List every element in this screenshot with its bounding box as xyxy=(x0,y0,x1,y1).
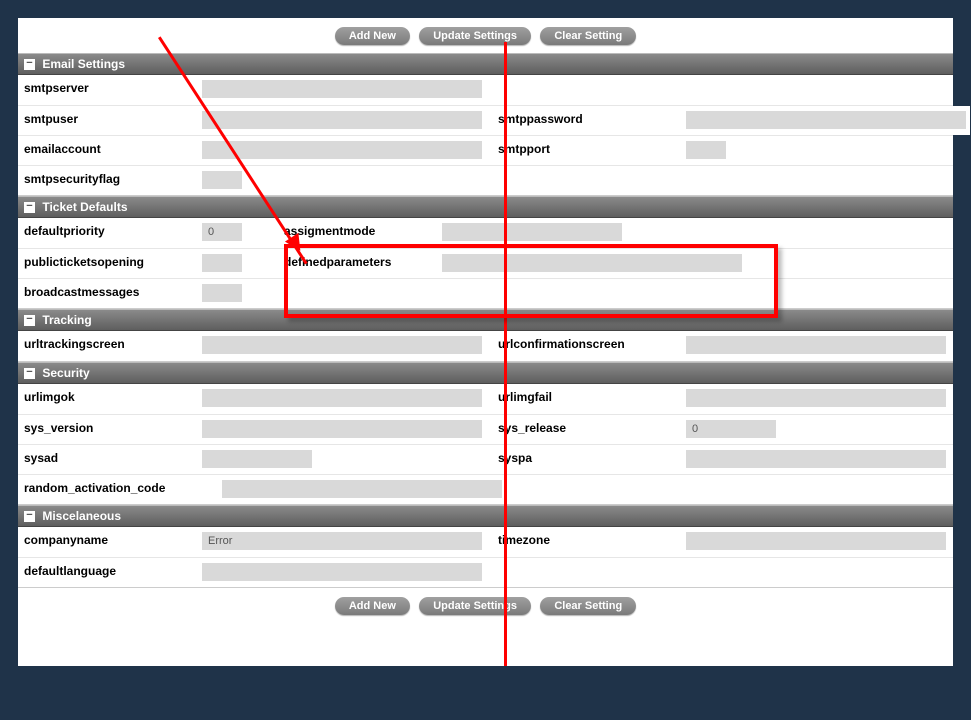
label-defaultpriority: defaultpriority xyxy=(18,218,198,248)
input-companyname[interactable] xyxy=(202,532,482,550)
section-body-email: smtpserver smtpuser smtppassword emailac… xyxy=(18,75,953,196)
section-title: Ticket Defaults xyxy=(42,200,127,214)
label-smtppassword: smtppassword xyxy=(492,106,682,135)
update-settings-button-bottom[interactable]: Update Settings xyxy=(419,597,531,615)
section-header-email[interactable]: − Email Settings xyxy=(18,53,953,75)
label-urlimgok: urlimgok xyxy=(18,384,198,414)
section-header-misc[interactable]: − Miscelaneous xyxy=(18,505,953,527)
update-settings-button[interactable]: Update Settings xyxy=(419,27,531,45)
input-urlimgok[interactable] xyxy=(202,389,482,407)
label-smtpport: smtpport xyxy=(492,136,682,165)
section-body-tracking: urltrackingscreen urlconfirmationscreen xyxy=(18,331,953,362)
section-body-ticket: defaultpriority assigmentmode publictick… xyxy=(18,218,953,309)
input-sysad[interactable] xyxy=(202,450,312,468)
input-urlconfirmationscreen[interactable] xyxy=(686,336,946,354)
label-urlconfirmationscreen: urlconfirmationscreen xyxy=(492,331,682,361)
label-emailaccount: emailaccount xyxy=(18,136,198,165)
label-definedparameters: definedparameters xyxy=(278,249,438,278)
label-sysad: sysad xyxy=(18,445,198,474)
section-header-security[interactable]: − Security xyxy=(18,362,953,384)
top-button-bar: Add New Update Settings Clear Setting xyxy=(18,18,953,53)
add-new-button-bottom[interactable]: Add New xyxy=(335,597,410,615)
input-broadcastmessages[interactable] xyxy=(202,284,242,302)
label-random_activation_code: random_activation_code xyxy=(18,475,218,504)
label-syspa: syspa xyxy=(492,445,682,474)
label-defaultlanguage: defaultlanguage xyxy=(18,558,198,587)
section-title: Tracking xyxy=(42,313,91,327)
label-assigmentmode: assigmentmode xyxy=(278,218,438,248)
clear-setting-button[interactable]: Clear Setting xyxy=(540,27,636,45)
collapse-icon: − xyxy=(24,315,35,326)
section-body-security: urlimgok urlimgfail sys_version sys_rele… xyxy=(18,384,953,505)
section-header-tracking[interactable]: − Tracking xyxy=(18,309,953,331)
input-smtpsecurityflag[interactable] xyxy=(202,171,242,189)
label-smtpsecurityflag: smtpsecurityflag xyxy=(18,166,198,195)
label-sys_version: sys_version xyxy=(18,415,198,444)
label-smtpuser: smtpuser xyxy=(18,106,198,135)
input-smtpserver[interactable] xyxy=(202,80,482,98)
section-title: Email Settings xyxy=(42,57,125,71)
section-title: Miscelaneous xyxy=(42,509,121,523)
label-urlimgfail: urlimgfail xyxy=(492,384,682,414)
input-urltrackingscreen[interactable] xyxy=(202,336,482,354)
bottom-button-bar: Add New Update Settings Clear Setting xyxy=(18,588,953,623)
collapse-icon: − xyxy=(24,511,35,522)
collapse-icon: − xyxy=(24,59,35,70)
section-body-misc: companyname timezone defaultlanguage xyxy=(18,527,953,588)
clear-setting-button-bottom[interactable]: Clear Setting xyxy=(540,597,636,615)
input-assigmentmode[interactable] xyxy=(442,223,622,241)
input-smtpuser[interactable] xyxy=(202,111,482,129)
input-sys_version[interactable] xyxy=(202,420,482,438)
input-syspa[interactable] xyxy=(686,450,946,468)
collapse-icon: − xyxy=(24,368,35,379)
section-title: Security xyxy=(42,366,89,380)
collapse-icon: − xyxy=(24,202,35,213)
label-smtpserver: smtpserver xyxy=(18,75,198,105)
input-urlimgfail[interactable] xyxy=(686,389,946,407)
input-definedparameters[interactable] xyxy=(442,254,742,272)
input-timezone[interactable] xyxy=(686,532,946,550)
label-publicticketsopening: publicticketsopening xyxy=(18,249,198,278)
input-smtppassword[interactable] xyxy=(686,111,966,129)
label-sys_release: sys_release xyxy=(492,415,682,444)
add-new-button[interactable]: Add New xyxy=(335,27,410,45)
input-smtpport[interactable] xyxy=(686,141,726,159)
label-broadcastmessages: broadcastmessages xyxy=(18,279,198,308)
input-defaultlanguage[interactable] xyxy=(202,563,482,581)
input-defaultpriority[interactable] xyxy=(202,223,242,241)
settings-page: Add New Update Settings Clear Setting − … xyxy=(18,18,953,666)
input-publicticketsopening[interactable] xyxy=(202,254,242,272)
label-urltrackingscreen: urltrackingscreen xyxy=(18,331,198,361)
label-timezone: timezone xyxy=(492,527,682,557)
input-sys_release[interactable] xyxy=(686,420,776,438)
input-emailaccount[interactable] xyxy=(202,141,482,159)
section-header-ticket[interactable]: − Ticket Defaults xyxy=(18,196,953,218)
input-random_activation_code[interactable] xyxy=(222,480,502,498)
label-companyname: companyname xyxy=(18,527,198,557)
